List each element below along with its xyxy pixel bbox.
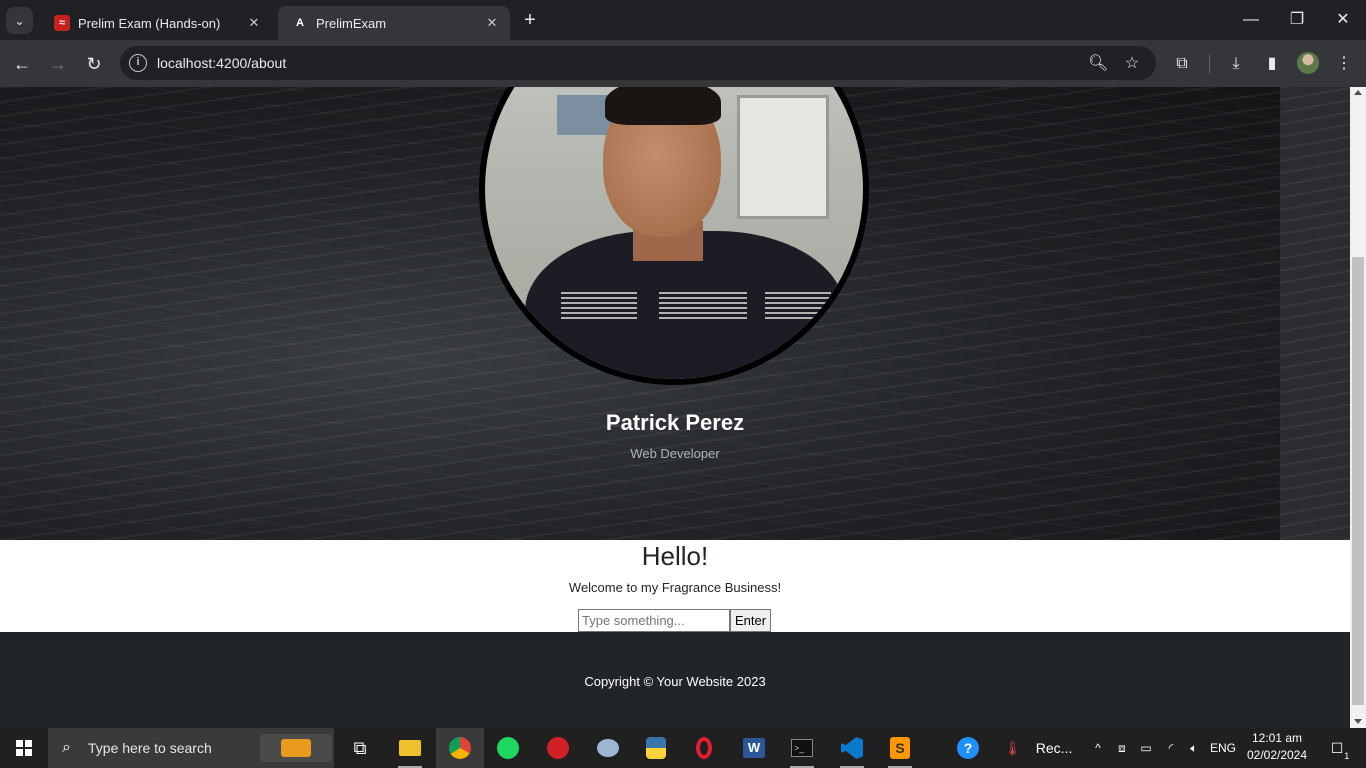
tab-title: Prelim Exam (Hands-on) <box>78 15 221 31</box>
help-icon[interactable]: ? <box>944 728 992 768</box>
input-form: Enter <box>578 609 771 632</box>
site-info-icon[interactable]: i <box>129 54 147 72</box>
word-icon[interactable]: W <box>730 728 778 768</box>
download-icon[interactable]: ⤓ <box>1224 52 1248 76</box>
scroll-down-arrow-icon[interactable] <box>1354 719 1362 724</box>
spotify-icon[interactable] <box>484 728 532 768</box>
shirt-print <box>561 291 637 319</box>
intro-message: Welcome to my Fragrance Business! <box>568 580 782 595</box>
chrome-icon[interactable] <box>436 728 484 768</box>
address-bar[interactable]: i localhost:4200/about 🔍︎ ☆ <box>120 46 1156 80</box>
scroll-up-arrow-icon[interactable] <box>1354 90 1362 95</box>
enter-button[interactable]: Enter <box>730 609 771 632</box>
close-window-icon[interactable]: ✕ <box>1331 8 1355 32</box>
search-icon: ⌕ <box>62 739 71 756</box>
menu-icon[interactable]: ⋮ <box>1332 52 1356 76</box>
notification-center-icon[interactable]: ☐ 1 <box>1322 728 1352 768</box>
url-text[interactable]: localhost:4200/about <box>157 55 286 71</box>
slides-icon: ≈ <box>54 15 70 31</box>
recording-app-button[interactable]: 🌡︎ Rec... <box>992 728 1082 768</box>
battery-icon[interactable]: ▭ <box>1136 728 1156 768</box>
text-input[interactable] <box>578 609 730 632</box>
terminal-icon[interactable]: >_ <box>778 728 826 768</box>
sublime-text-icon[interactable]: S <box>876 728 924 768</box>
tab-search-button[interactable]: ⌄ <box>6 7 33 34</box>
reload-button[interactable]: ↻ <box>82 52 106 76</box>
security-tray-icon[interactable]: ⧈ <box>1112 728 1132 768</box>
clock-date: 02/02/2024 <box>1246 748 1308 762</box>
taskbar-search-box[interactable]: ⌕ Type here to search <box>48 728 334 768</box>
browser-toolbar: ← → ↻ i localhost:4200/about 🔍︎ ☆ ⧉ ⤓ ▮ … <box>0 40 1366 87</box>
copyright-text: Copyright © Your Website 2023 <box>584 674 766 689</box>
forward-button[interactable]: → <box>46 52 70 76</box>
show-hidden-icons-icon[interactable]: ^ <box>1088 728 1108 768</box>
angular-icon: A <box>296 17 304 29</box>
search-placeholder: Type here to search <box>88 740 212 756</box>
hero-background-edge <box>1280 87 1350 540</box>
minimize-icon[interactable]: — <box>1239 8 1263 32</box>
wifi-icon[interactable]: ◜ <box>1160 728 1182 768</box>
browser-tab-strip: ⌄ ≈ Prelim Exam (Hands-on) ✕ A PrelimExa… <box>0 0 1366 40</box>
side-panel-icon[interactable]: ▮ <box>1260 52 1284 76</box>
tab-title: PrelimExam <box>316 15 387 31</box>
profile-avatar-icon[interactable] <box>1297 52 1319 74</box>
start-button[interactable] <box>0 728 48 768</box>
python-icon[interactable] <box>632 728 680 768</box>
task-view-icon[interactable]: ⧉ <box>336 728 384 768</box>
language-indicator[interactable]: ENG <box>1208 728 1238 768</box>
zoom-icon[interactable]: 🔍︎ <box>1088 54 1108 74</box>
profile-name: Patrick Perez <box>605 410 745 435</box>
recording-app-label: Rec... <box>1035 740 1073 756</box>
windows-logo-icon <box>16 740 32 756</box>
opera-icon[interactable] <box>680 728 728 768</box>
taskbar-clock[interactable]: 12:01 am 02/02/2024 <box>1240 730 1314 764</box>
volume-icon[interactable]: 🔈︎ <box>1183 728 1205 768</box>
search-highlight-icon[interactable] <box>260 734 332 762</box>
shirt-print <box>765 291 831 319</box>
clock-time: 12:01 am <box>1251 731 1303 745</box>
tab-prelim-exam-hands-on[interactable]: ≈ Prelim Exam (Hands-on) ✕ <box>40 6 272 40</box>
page-scrollbar[interactable] <box>1350 87 1366 728</box>
vscode-icon[interactable] <box>828 728 876 768</box>
close-tab-icon[interactable]: ✕ <box>246 15 262 31</box>
toolbar-divider <box>1209 54 1210 74</box>
new-tab-button[interactable]: + <box>519 9 541 31</box>
scrollbar-thumb[interactable] <box>1352 257 1364 705</box>
close-tab-icon[interactable]: ✕ <box>484 15 500 31</box>
hero-section: Patrick Perez Web Developer <box>0 87 1350 540</box>
windows-taskbar: ⌕ Type here to search ⧉ W >_ S ? 🌡︎ Rec.… <box>0 728 1366 768</box>
photo-hair <box>605 87 721 125</box>
page-viewport: Patrick Perez Web Developer Hello! Welco… <box>0 87 1350 728</box>
app-globe-icon[interactable] <box>584 728 632 768</box>
back-button[interactable]: ← <box>10 52 34 76</box>
file-explorer-icon[interactable] <box>386 728 434 768</box>
bookmark-star-icon[interactable]: ☆ <box>1122 54 1142 74</box>
notification-count: 1 <box>1344 750 1350 761</box>
background-poster <box>737 95 829 219</box>
shirt-print <box>659 291 747 319</box>
footer: Copyright © Your Website 2023 <box>0 632 1350 728</box>
intro-heading: Hello! <box>641 541 709 571</box>
tab-prelimexam[interactable]: A PrelimExam ✕ <box>278 6 510 40</box>
garena-icon[interactable] <box>534 728 582 768</box>
thermometer-icon: 🌡︎ <box>1004 739 1022 756</box>
profile-photo <box>479 87 869 385</box>
restore-icon[interactable]: ❐ <box>1285 8 1309 32</box>
extensions-icon[interactable]: ⧉ <box>1170 52 1194 76</box>
profile-role: Web Developer <box>630 446 720 461</box>
